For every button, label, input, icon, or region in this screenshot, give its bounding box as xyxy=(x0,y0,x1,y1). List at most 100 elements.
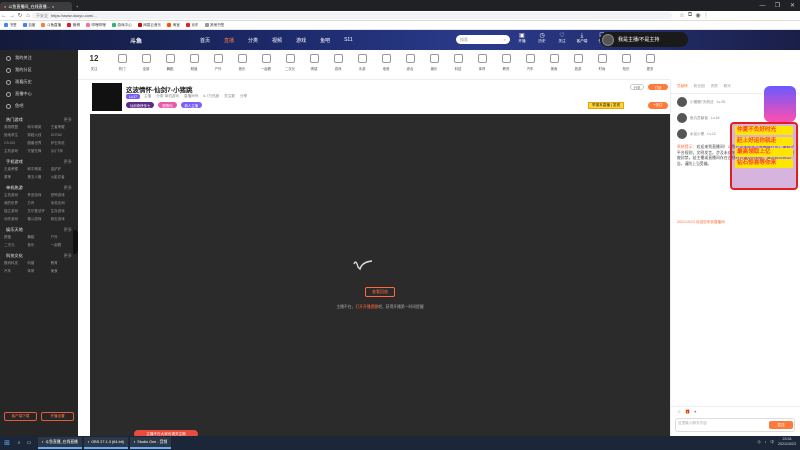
category-item[interactable]: 音乐 xyxy=(230,54,254,71)
url-field[interactable]: 不安全 https://www.douyu.com/... xyxy=(32,12,672,19)
report-button[interactable]: 举报本直播 | 发现 xyxy=(588,102,625,109)
category-item[interactable]: 手游 xyxy=(350,54,374,71)
back-icon[interactable]: ← xyxy=(0,13,8,19)
sidebar-category-link[interactable]: 艾尔登法环 xyxy=(27,209,50,214)
category-item[interactable]: 热门 xyxy=(110,54,134,71)
maximize-button[interactable]: ❐ xyxy=(770,0,785,11)
sidebar-category-link[interactable]: 王者荣耀 xyxy=(51,125,74,130)
category-item[interactable]: 教育 xyxy=(494,54,518,71)
category-item[interactable]: 美食 xyxy=(542,54,566,71)
sidebar-category-link[interactable]: 生存游戏 xyxy=(51,209,74,214)
sidebar-category-link[interactable]: CS:GO xyxy=(4,141,27,146)
tab-close-icon[interactable]: × xyxy=(52,4,54,9)
sidebar-category-link[interactable]: 教育 xyxy=(51,261,74,266)
follow-count[interactable]: 12 关注 xyxy=(78,54,110,71)
profile-icon[interactable]: ◉ xyxy=(694,12,702,19)
sidebar-category-link[interactable]: 英雄联盟 xyxy=(4,125,27,130)
header-history-button[interactable]: ◷ 历史 xyxy=(532,33,552,43)
sidebar-category-link[interactable]: 格斗游戏 xyxy=(27,217,50,222)
sidebar-category-link[interactable]: 射击游戏 xyxy=(51,217,74,222)
sidebar-category-link[interactable]: 汽车 xyxy=(4,269,27,274)
sidebar-category-link[interactable]: 户外 xyxy=(51,235,74,240)
bookmark-item[interactable]: 斗鱼直播 xyxy=(41,23,61,28)
sidebar-category-link[interactable]: 主机游戏 xyxy=(4,149,27,154)
extensions-icon[interactable]: ⧉ xyxy=(686,12,694,19)
category-item[interactable]: 户外 xyxy=(206,54,230,71)
sidebar-item[interactable]: 我的关注 xyxy=(0,52,78,64)
bookmark-item[interactable]: 书签 xyxy=(4,23,17,28)
sidebar-category-link[interactable]: 舞蹈 xyxy=(27,235,50,240)
windows-start-icon[interactable]: ⊞ xyxy=(0,439,14,447)
streamer-avatar[interactable] xyxy=(92,83,122,111)
room-tag[interactable]: 仙剑奇侠传七 xyxy=(126,102,155,108)
category-item[interactable]: 舞蹈 xyxy=(158,54,182,71)
category-item[interactable]: 娱乐 xyxy=(422,54,446,71)
nav-item[interactable]: 鱼吧 xyxy=(320,37,330,44)
bookmark-item[interactable]: 百度 xyxy=(22,23,35,28)
sidebar-category-link[interactable]: 方舟 xyxy=(27,201,50,206)
sidebar-category-link[interactable]: 第五人格 xyxy=(27,175,50,180)
nav-item[interactable]: 直播 xyxy=(224,37,234,44)
share-button[interactable]: 分享 xyxy=(630,84,644,90)
sidebar-category-link[interactable]: 王者荣耀 xyxy=(4,167,27,172)
subscribe-button[interactable]: 订阅 xyxy=(648,84,668,90)
sidebar-category-link[interactable]: 金铲铲 xyxy=(51,167,74,172)
sidebar-category-link[interactable]: 穿越火线 xyxy=(27,133,50,138)
category-item[interactable]: 体育 xyxy=(470,54,494,71)
clock[interactable]: 23:34 2021/10/23 xyxy=(778,437,796,447)
avatar[interactable] xyxy=(602,33,614,46)
sidebar-category-link[interactable]: 永劫无间 xyxy=(51,201,74,206)
category-item[interactable]: 知识 xyxy=(614,54,638,71)
right-panel-tab[interactable]: 粉丝团 xyxy=(694,84,705,89)
nav-item[interactable]: S11 xyxy=(344,37,353,44)
sidebar-category-link[interactable]: 主机游戏 xyxy=(4,193,27,198)
bookmark-item[interactable]: 微博 xyxy=(67,23,80,28)
sidebar-section-more[interactable]: 更多 xyxy=(64,185,72,191)
reminder-link[interactable]: 打开开播提醒 xyxy=(355,305,378,309)
menu-icon[interactable]: ⋮ xyxy=(702,12,710,19)
taskbar-app[interactable]: ▪ Studio One - 音频 xyxy=(129,437,172,449)
nav-item[interactable]: 游戏 xyxy=(296,37,306,44)
stream-settings-button[interactable]: 开播设置 xyxy=(41,412,74,421)
header-heart-button[interactable]: ♡ 关注 xyxy=(552,33,572,43)
nav-item[interactable]: 首页 xyxy=(200,37,210,44)
forward-icon[interactable]: → xyxy=(8,13,16,19)
sidebar-category-link[interactable]: 炉石传说 xyxy=(51,141,74,146)
sidebar-category-link[interactable]: 一起看 xyxy=(51,243,74,248)
sidebar-category-link[interactable]: 火影忍者 xyxy=(51,175,74,180)
room-tag[interactable]: 剧情向 xyxy=(158,102,177,108)
volume-icon[interactable]: ♪ xyxy=(765,440,767,444)
sidebar-collapse-handle[interactable] xyxy=(73,230,78,254)
sidebar-category-link[interactable]: 绝地求生 xyxy=(4,133,27,138)
network-icon[interactable]: ⌬ xyxy=(757,440,760,444)
taskbar-app[interactable]: ▪ 斗鱼直播_在线直播 xyxy=(38,437,82,449)
sidebar-category-link[interactable]: 二次元 xyxy=(4,243,27,248)
star-icon[interactable]: ☆ xyxy=(678,12,686,19)
bookmark-item[interactable]: 其他书签 xyxy=(204,23,224,28)
sidebar-section-more[interactable]: 更多 xyxy=(64,253,72,259)
sidebar-item[interactable]: 鱼吧 xyxy=(0,100,78,112)
category-item[interactable]: 时尚 xyxy=(590,54,614,71)
video-player[interactable]: 查看回放 主播不在，打开开播提醒吧，获得开播第一时间提醒 xyxy=(90,114,670,436)
category-item[interactable]: 颜值 xyxy=(182,54,206,71)
category-item[interactable]: 旅游 xyxy=(566,54,590,71)
category-item[interactable]: 电竞 xyxy=(374,54,398,71)
reload-icon[interactable]: ↻ xyxy=(16,12,24,19)
right-panel-tab[interactable]: 聊天 xyxy=(724,84,731,89)
category-item[interactable]: 综合 xyxy=(398,54,422,71)
category-item[interactable]: 科技 xyxy=(446,54,470,71)
sidebar-category-link[interactable]: 美食 xyxy=(51,269,74,274)
sidebar-category-link[interactable]: 和平精英 xyxy=(27,125,50,130)
sidebar-item[interactable]: 直播中心 xyxy=(0,88,78,100)
sidebar-item[interactable]: 我的分区 xyxy=(0,64,78,76)
minimize-button[interactable]: — xyxy=(755,0,770,11)
room-tag[interactable]: 新人主播 xyxy=(180,102,203,108)
ime-indicator[interactable]: 中 xyxy=(770,440,774,445)
right-panel-tab[interactable]: 贵宾 xyxy=(711,84,718,89)
nav-item[interactable]: 分类 xyxy=(248,37,258,44)
bookmark-item[interactable]: 淘宝 xyxy=(167,23,180,28)
mascot-image[interactable] xyxy=(764,86,796,122)
replay-button[interactable]: 查看回放 xyxy=(365,287,395,297)
sidebar-category-link[interactable]: 怀旧游戏 xyxy=(27,193,50,198)
close-window-button[interactable]: ✕ xyxy=(785,0,800,11)
